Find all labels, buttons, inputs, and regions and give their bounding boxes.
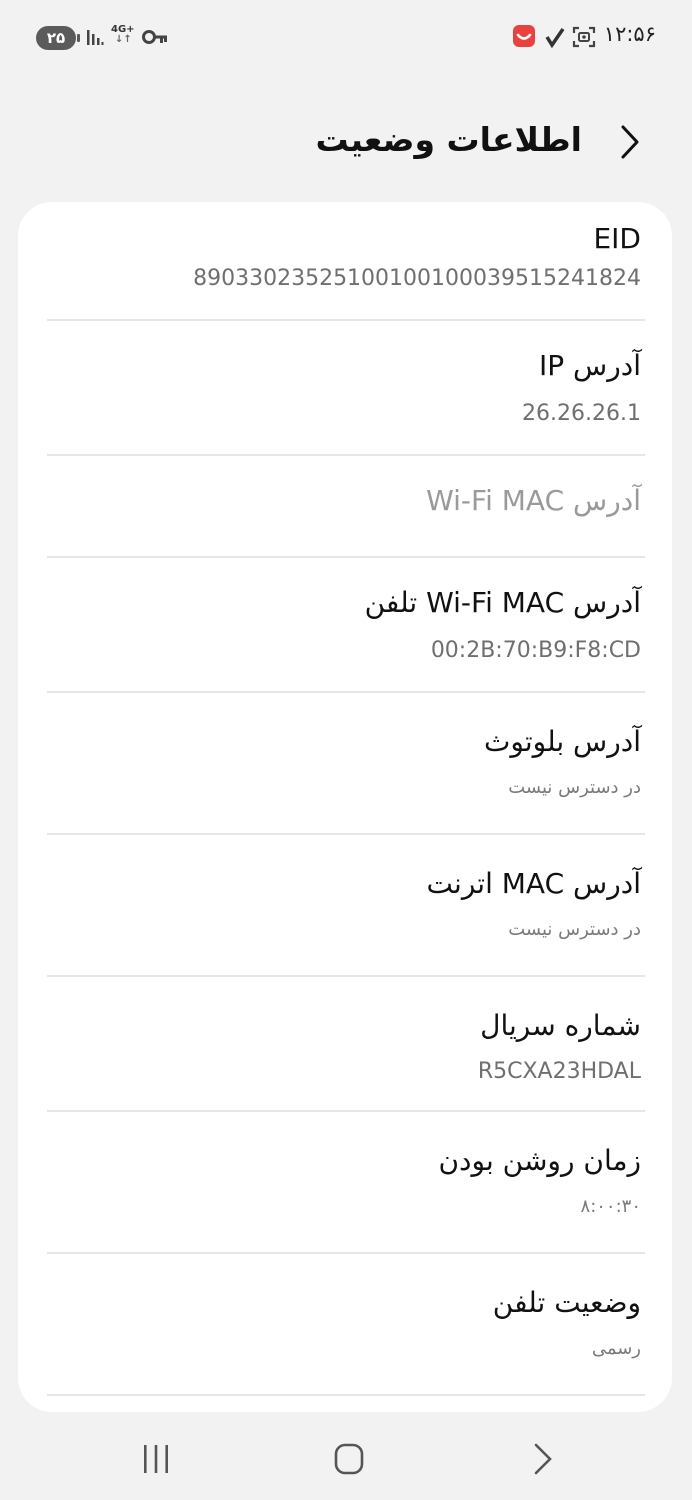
- list-item-wifi-mac: آدرس Wi-Fi MAC: [47, 456, 645, 558]
- battery-indicator: ۲۵: [36, 26, 80, 50]
- row-label: شماره سریال: [480, 1009, 641, 1042]
- row-value: رسمی: [591, 1338, 641, 1359]
- list-item-phone-wifi-mac[interactable]: آدرس Wi-Fi MAC تلفن 00:2B:70:B9:F8:CD: [47, 558, 645, 693]
- back-chevron-icon[interactable]: [620, 124, 640, 160]
- back-icon[interactable]: [522, 1441, 562, 1477]
- header: اطلاعات وضعیت: [0, 110, 692, 180]
- list-item-phone-status[interactable]: وضعیت تلفن رسمی: [47, 1254, 645, 1396]
- check-icon: [545, 28, 565, 48]
- recorder-icon: [513, 25, 535, 47]
- row-label: آدرس Wi-Fi MAC: [426, 484, 641, 517]
- network-type: 4G+ ↓↑: [111, 24, 135, 45]
- list-item-eid[interactable]: EID 89033023525100100100039515241824: [47, 202, 645, 321]
- navigation-bar: [0, 1415, 692, 1500]
- home-icon[interactable]: [329, 1441, 369, 1477]
- row-value: 00:2B:70:B9:F8:CD: [430, 638, 641, 663]
- row-label: وضعیت تلفن: [492, 1286, 641, 1319]
- row-value: ۸:۰۰:۳۰: [580, 1196, 641, 1217]
- row-label: آدرس MAC اترنت: [426, 867, 641, 900]
- row-label: آدرس بلوتوث: [484, 725, 641, 758]
- status-info-list: EID 89033023525100100100039515241824 آدر…: [18, 202, 672, 1412]
- list-item-serial-number[interactable]: شماره سریال R5CXA23HDAL: [47, 977, 645, 1112]
- data-arrows-icon: ↓↑: [115, 34, 132, 45]
- battery-level: ۲۵: [46, 29, 66, 47]
- row-value: 89033023525100100100039515241824: [193, 266, 641, 291]
- row-label: EID: [593, 222, 641, 255]
- screenshot-icon: [572, 26, 596, 48]
- row-value: در دسترس نیست: [508, 919, 641, 940]
- row-label: آدرس Wi-Fi MAC تلفن: [364, 586, 641, 619]
- key-icon: [142, 30, 167, 44]
- recents-icon[interactable]: [136, 1441, 176, 1477]
- row-value: 26.26.26.1: [522, 401, 641, 426]
- row-label: آدرس IP: [538, 349, 641, 382]
- list-item-up-time[interactable]: زمان روشن بودن ۸:۰۰:۳۰: [47, 1112, 645, 1254]
- status-bar: ۲۵ 4G+ ↓↑ ۱۲:۵۶: [0, 0, 692, 76]
- clock: ۱۲:۵۶: [603, 22, 656, 46]
- list-item-ip-address[interactable]: آدرس IP 26.26.26.1: [47, 321, 645, 456]
- row-value: در دسترس نیست: [508, 777, 641, 798]
- row-value: R5CXA23HDAL: [477, 1059, 641, 1084]
- row-label: زمان روشن بودن: [438, 1144, 641, 1177]
- list-item-bluetooth-address[interactable]: آدرس بلوتوث در دسترس نیست: [47, 693, 645, 835]
- list-item-ethernet-mac[interactable]: آدرس MAC اترنت در دسترس نیست: [47, 835, 645, 977]
- page-title: اطلاعات وضعیت: [315, 120, 582, 159]
- signal-icon: [87, 30, 104, 45]
